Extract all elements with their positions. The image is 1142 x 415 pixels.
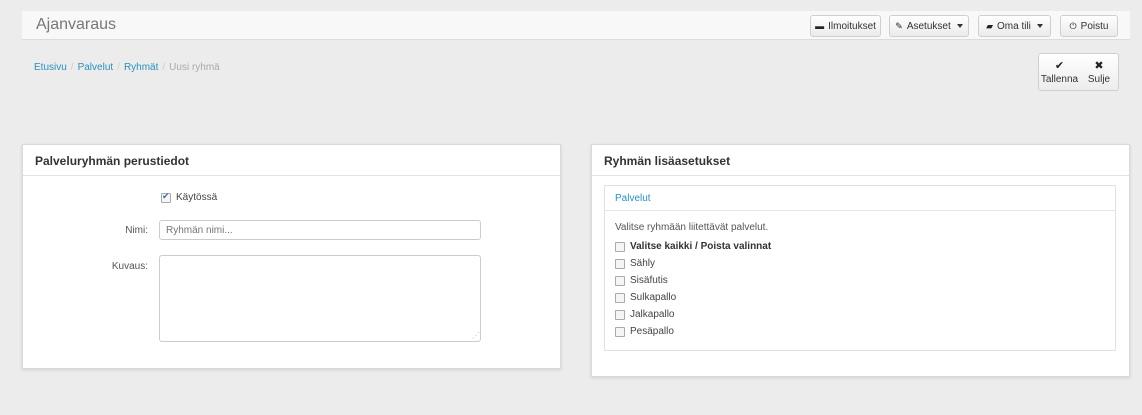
breadcrumb-separator: / [162,62,166,73]
caret-down-icon [1036,24,1043,28]
notifications-button[interactable]: ▬ Ilmoitukset [810,15,881,37]
wrench-icon: ✎ [895,20,903,31]
account-label: Oma tili [997,20,1031,32]
close-icon: ✖ [1094,60,1104,72]
caret-down-icon [956,24,963,28]
service-label: Sisäfutis [630,275,668,286]
extra-settings-panel-title: Ryhmän lisäasetukset [592,145,1129,176]
service-item[interactable]: Sähly [615,258,655,269]
service-checkbox[interactable] [615,258,625,269]
top-navbar: Ajanvaraus ▬ Ilmoitukset ✎ Asetukset ▰ O… [22,11,1130,40]
service-item[interactable]: Pesäpallo [615,326,674,337]
select-all-label: Valitse kaikki / Poista valinnat [630,241,772,252]
service-label: Sähly [630,258,656,269]
breadcrumb-separator: / [70,62,74,73]
service-item[interactable]: Jalkapallo [615,309,674,320]
service-checkbox[interactable] [615,275,625,286]
service-checkbox[interactable] [615,292,625,303]
description-label: Kuvaus: [111,261,148,272]
breadcrumb-current: Uusi ryhmä [169,62,220,73]
power-icon: ⏻ [1069,20,1077,31]
service-checkbox[interactable] [615,326,625,337]
settings-label: Asetukset [906,20,951,32]
enabled-label: Käytössä [176,192,218,203]
name-input[interactable] [159,220,481,240]
save-label: Tallenna [1040,74,1079,85]
logout-button[interactable]: ⏻ Poistu [1060,15,1118,37]
comment-icon: ▬ [815,21,825,31]
breadcrumb-groups[interactable]: Ryhmät [124,62,158,73]
breadcrumb-separator: / [117,62,120,73]
basic-info-panel-title: Palveluryhmän perustiedot [23,145,560,176]
enabled-checkbox[interactable] [161,191,171,203]
service-label: Pesäpallo [630,326,674,337]
enabled-checkbox-row[interactable]: Käytössä [161,191,218,203]
settings-dropdown[interactable]: ✎ Asetukset [889,15,969,37]
services-instructions: Valitse ryhmään liitettävät palvelut. [615,222,769,233]
briefcase-icon: ▰ [986,20,993,31]
extra-settings-panel: Ryhmän lisäasetukset Palvelut Valitse ry… [591,144,1130,377]
app-title[interactable]: Ajanvaraus [36,16,116,34]
service-label: Sulkapallo [630,292,677,303]
service-item[interactable]: Sulkapallo [615,292,676,303]
save-button[interactable]: ✔ Tallenna [1038,53,1081,91]
select-all-row[interactable]: Valitse kaikki / Poista valinnat [615,241,771,252]
breadcrumb-home[interactable]: Etusivu [34,62,67,73]
account-dropdown[interactable]: ▰ Oma tili [978,15,1051,37]
services-subpanel: Palvelut Valitse ryhmään liitettävät pal… [604,185,1116,351]
description-textarea[interactable] [159,255,481,342]
notifications-label: Ilmoitukset [828,20,876,32]
service-item[interactable]: Sisäfutis [615,275,668,286]
select-all-checkbox[interactable] [615,241,625,252]
resize-handle-icon[interactable]: ⋰ [472,331,480,340]
close-button[interactable]: ✖ Sulje [1080,53,1119,91]
service-checkbox[interactable] [615,309,625,320]
logout-label: Poistu [1080,20,1109,32]
breadcrumb-services[interactable]: Palvelut [78,62,114,73]
close-label: Sulje [1087,74,1111,85]
breadcrumb: Etusivu / Palvelut / Ryhmät / Uusi ryhmä [34,62,220,73]
service-label: Jalkapallo [630,309,675,320]
basic-info-panel: Palveluryhmän perustiedot Käytössä Nimi:… [22,144,561,369]
name-label: Nimi: [125,225,148,236]
check-icon: ✔ [1054,60,1065,72]
services-subpanel-title[interactable]: Palvelut [605,186,1115,211]
